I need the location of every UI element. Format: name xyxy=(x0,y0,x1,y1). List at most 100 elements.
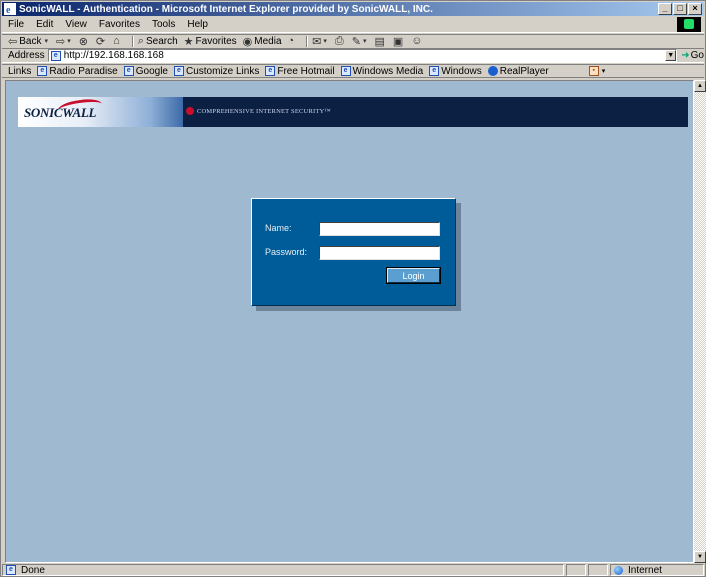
menu-view[interactable]: View xyxy=(65,19,87,30)
stop-button[interactable]: ⊗ xyxy=(79,35,90,48)
menu-file[interactable]: File xyxy=(8,19,24,30)
scroll-up-button[interactable]: ▲ xyxy=(694,80,706,92)
windows-logo-icon xyxy=(677,17,701,32)
link-label: Radio Paradise xyxy=(49,65,118,77)
chevron-down-icon: ▾ xyxy=(601,68,606,75)
menu-help[interactable]: Help xyxy=(187,19,208,30)
maximize-button[interactable]: □ xyxy=(673,3,687,15)
go-label: Go xyxy=(690,50,704,61)
forward-button[interactable]: ⇨ ▾ xyxy=(56,35,73,48)
refresh-icon: ⟳ xyxy=(95,35,106,48)
chevron-down-icon: ▾ xyxy=(362,38,367,45)
browser-window: e SonicWALL - Authentication - Microsoft… xyxy=(0,0,706,577)
links-bar: Links e Radio Paradise e Google e Custom… xyxy=(2,64,704,78)
window-controls: _ □ × xyxy=(657,3,702,15)
minimize-button[interactable]: _ xyxy=(658,3,672,15)
link-google[interactable]: e Google xyxy=(123,65,168,77)
media-button[interactable]: ◉ Media xyxy=(243,35,282,48)
internet-globe-icon xyxy=(614,565,623,575)
link-label: Windows Media xyxy=(352,65,424,77)
login-form: Name: Password: Login xyxy=(251,198,456,306)
link-label: Windows xyxy=(441,65,482,77)
window-title: SonicWALL - Authentication - Microsoft I… xyxy=(19,3,433,15)
close-button[interactable]: × xyxy=(688,3,702,15)
page-icon: e xyxy=(50,50,61,61)
link-windows-media[interactable]: e Windows Media xyxy=(340,65,424,77)
realplayer-icon xyxy=(487,66,498,76)
toolbar-separator xyxy=(306,35,309,47)
links-label: Links xyxy=(8,65,32,77)
page-icon: e xyxy=(340,66,351,76)
title-bar[interactable]: e SonicWALL - Authentication - Microsoft… xyxy=(2,2,704,16)
favorites-icon: ★ xyxy=(183,35,194,48)
status-security-cell xyxy=(588,564,608,576)
tagline-text: COMPREHENSIVE INTERNET SECURITY™ xyxy=(197,107,331,115)
chevron-down-icon: ▾ xyxy=(323,38,327,45)
go-arrow-icon: ➜ xyxy=(681,50,690,61)
favorites-button[interactable]: ★ Favorites xyxy=(184,35,237,48)
link-free-hotmail[interactable]: e Free Hotmail xyxy=(265,65,335,77)
home-icon: ⌂ xyxy=(113,35,120,47)
edit-icon: ✎ xyxy=(351,35,361,48)
banner-tagline: COMPREHENSIVE INTERNET SECURITY™ xyxy=(186,107,331,115)
zone-text: Internet xyxy=(628,564,662,576)
chevron-down-icon: ▾ xyxy=(67,38,71,45)
link-customize-links[interactable]: e Customize Links xyxy=(173,65,260,77)
mail-button[interactable]: ✉ ▾ xyxy=(312,35,329,48)
sonicwall-logo: SONICWALL xyxy=(24,105,97,120)
name-label: Name: xyxy=(265,223,292,233)
link-radio-paradise[interactable]: e Radio Paradise xyxy=(37,65,118,77)
refresh-button[interactable]: ⟳ xyxy=(96,35,107,48)
history-button[interactable]: ◔ xyxy=(288,35,297,47)
status-zone: Internet xyxy=(610,564,704,576)
page-icon: e xyxy=(429,66,440,76)
search-label: Search xyxy=(145,35,178,47)
address-dropdown-button[interactable]: ▼ xyxy=(665,50,677,61)
logo-area: SONICWALL xyxy=(18,97,183,127)
link-windows[interactable]: e Windows xyxy=(429,66,482,77)
page-viewport: SONICWALL COMPREHENSIVE INTERNET SECURIT… xyxy=(5,80,694,563)
page-icon: e xyxy=(173,66,184,76)
messenger-button[interactable]: ☺ xyxy=(411,35,424,47)
link-label: Customize Links xyxy=(185,65,260,77)
page-icon: e xyxy=(37,66,48,76)
print-icon: ⎙ xyxy=(334,34,344,47)
link-label: Google xyxy=(135,65,168,77)
search-button[interactable]: ⌕ Search xyxy=(138,35,178,48)
ie-icon: e xyxy=(4,3,16,15)
address-input[interactable]: e http://192.168.168.168 ▼ xyxy=(47,49,678,62)
research-icon: ▣ xyxy=(392,35,404,48)
address-label: Address xyxy=(8,50,45,61)
go-button[interactable]: ➜ Go xyxy=(681,50,704,61)
name-input[interactable] xyxy=(319,222,440,236)
back-button[interactable]: ⇦ Back ▾ xyxy=(8,35,50,48)
status-text: Done xyxy=(21,564,45,576)
stop-icon: ⊗ xyxy=(78,35,88,48)
link-realplayer[interactable]: RealPlayer xyxy=(487,66,549,77)
login-button[interactable]: Login xyxy=(386,267,441,284)
print-button[interactable]: ⎙ xyxy=(335,35,346,48)
back-arrow-icon: ⇦ xyxy=(8,35,18,48)
discuss-button[interactable]: ▤ xyxy=(374,35,386,48)
status-bar: e Done Internet xyxy=(2,564,704,576)
password-input[interactable] xyxy=(319,246,440,260)
extra-toolbar[interactable]: ▪ ▾ xyxy=(588,66,606,76)
search-icon: ⌕ xyxy=(137,34,144,47)
scroll-down-button[interactable]: ▼ xyxy=(694,551,706,563)
address-bar: Address e http://192.168.168.168 ▼ ➜ Go xyxy=(2,48,704,63)
home-button[interactable]: ⌂ xyxy=(113,35,122,47)
password-label: Password: xyxy=(265,247,308,257)
link-label: Free Hotmail xyxy=(277,65,335,77)
toolbar-extension-icon: ▪ xyxy=(588,66,599,76)
research-button[interactable]: ▣ xyxy=(393,35,405,48)
favorites-label: Favorites xyxy=(195,35,237,47)
menu-edit[interactable]: Edit xyxy=(36,19,53,30)
messenger-icon: ☺ xyxy=(411,35,423,47)
history-icon: ◔ xyxy=(287,35,295,47)
discuss-icon: ▤ xyxy=(374,35,385,48)
menu-tools[interactable]: Tools xyxy=(152,19,175,30)
menu-favorites[interactable]: Favorites xyxy=(99,19,140,30)
edit-button[interactable]: ✎ ▾ xyxy=(352,35,369,48)
vertical-scrollbar[interactable]: ▲ ▼ xyxy=(694,80,706,563)
status-main: e Done xyxy=(2,564,564,576)
